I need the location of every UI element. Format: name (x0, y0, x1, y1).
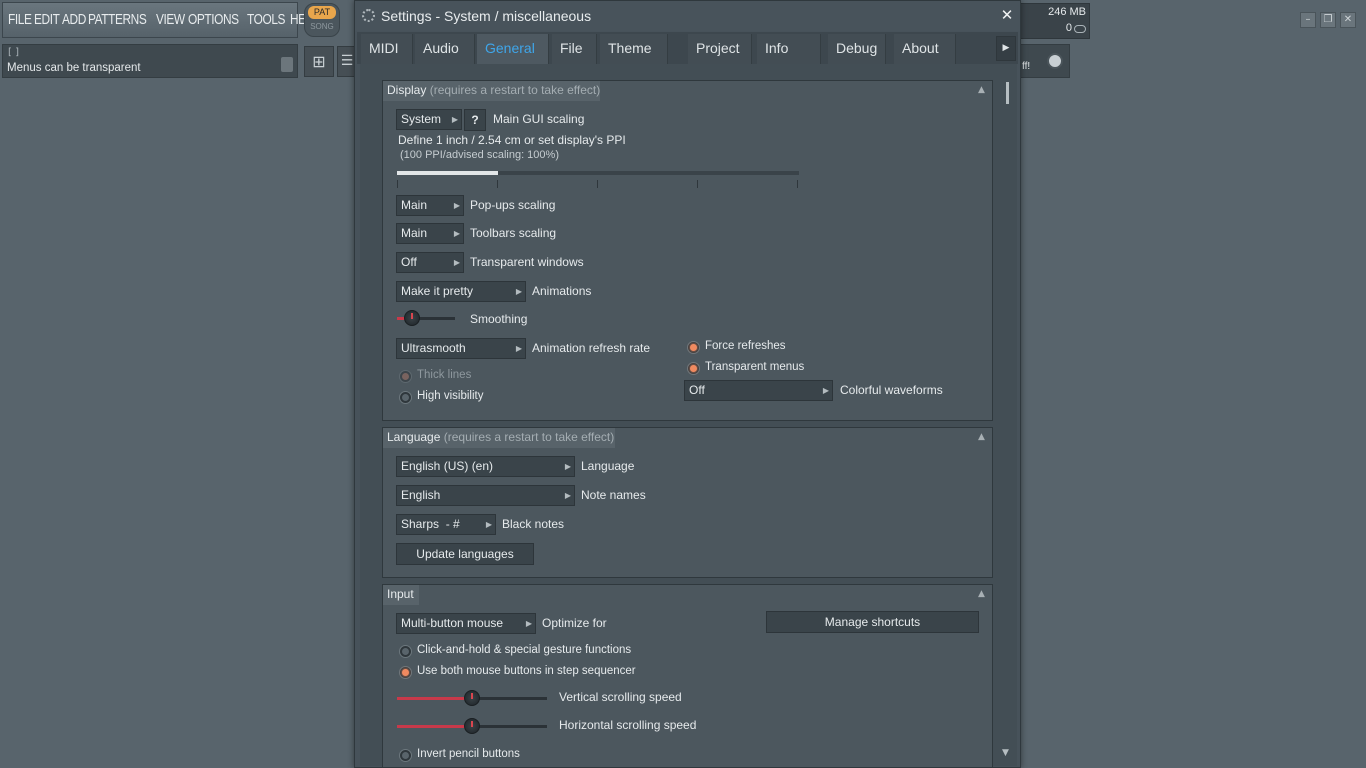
thick-lines-radio[interactable] (399, 370, 412, 383)
horizontal-scroll-fill (397, 725, 472, 728)
memory-value: 246 MB (1048, 6, 1086, 18)
refresh-rate-dropdown[interactable]: Ultrasmooth ▶ (396, 338, 526, 359)
horizontal-scroll-knob[interactable] (464, 718, 480, 734)
force-refreshes-label[interactable]: Force refreshes (705, 340, 786, 352)
horizontal-scroll-label: Horizontal scrolling speed (559, 718, 697, 732)
gui-scaling-label: Main GUI scaling (493, 112, 585, 126)
black-notes-dropdown[interactable]: Sharps - # ▶ (396, 514, 496, 535)
close-app-icon[interactable]: ✕ (1340, 12, 1356, 28)
tab-about[interactable]: About (894, 34, 956, 64)
main-menu-bar: FILE EDIT ADD PATTERNS VIEW OPTIONS TOOL… (2, 2, 320, 38)
display-title: Display (requires a restart to take effe… (387, 83, 601, 97)
note-names-dropdown[interactable]: English ▶ (396, 485, 575, 506)
gear-icon (362, 9, 375, 22)
input-title: Input (387, 587, 414, 601)
refresh-rate-label: Animation refresh rate (532, 341, 651, 355)
vertical-scroll-fill (397, 697, 472, 700)
scrollbar[interactable] (1000, 80, 1016, 764)
tab-audio[interactable]: Audio (415, 34, 475, 64)
transparent-windows-dropdown[interactable]: Off ▶ (396, 252, 464, 273)
menu-patterns[interactable]: PATTERNS (88, 12, 147, 28)
hint-text: Menus can be transparent (7, 62, 141, 74)
ppi-slider-fill (397, 171, 498, 175)
invert-pencil-label[interactable]: Invert pencil buttons (417, 748, 520, 760)
tab-general[interactable]: General (477, 34, 549, 64)
language-dropdown[interactable]: English (US) (en) ▶ (396, 456, 575, 477)
language-title: Language (requires a restart to take eff… (387, 430, 615, 444)
transparent-windows-label: Transparent windows (470, 255, 584, 269)
collapse-display-icon[interactable]: ▲ (978, 85, 985, 95)
update-languages-button[interactable]: Update languages (396, 543, 534, 565)
tab-debug[interactable]: Debug (828, 34, 886, 64)
menu-tools[interactable]: TOOLS (247, 12, 285, 28)
transparent-menus-radio[interactable] (687, 362, 700, 375)
colorful-waveforms-label: Colorful waveforms (840, 383, 943, 397)
close-icon[interactable]: ✕ (999, 6, 1015, 24)
smoothing-label: Smoothing (470, 312, 528, 326)
minimize-icon[interactable]: – (1300, 12, 1316, 28)
animations-dropdown[interactable]: Make it pretty ▶ (396, 281, 526, 302)
hint-lock-icon (281, 57, 293, 72)
globe-icon[interactable] (1047, 53, 1063, 69)
scroll-thumb[interactable] (1006, 82, 1009, 104)
cpu-value: 0 (1065, 22, 1072, 34)
tab-scroll-right-icon[interactable]: ▶ (996, 36, 1016, 61)
black-notes-label: Black notes (502, 517, 565, 531)
colorful-waveforms-dropdown[interactable]: Off ▶ (684, 380, 833, 401)
toolbars-scaling-dropdown[interactable]: Main ▶ (396, 223, 464, 244)
maximize-icon[interactable]: ❐ (1320, 12, 1336, 28)
tab-theme[interactable]: Theme (600, 34, 668, 64)
vertical-scroll-label: Vertical scrolling speed (559, 690, 682, 704)
invert-pencil-radio[interactable] (399, 749, 412, 762)
animations-label: Animations (532, 284, 592, 298)
collapse-language-icon[interactable]: ▲ (978, 432, 985, 442)
tab-project[interactable]: Project (688, 34, 752, 64)
news-text: ff! (1022, 61, 1031, 72)
song-label[interactable]: SONG (308, 22, 336, 34)
ppi-tick (497, 180, 498, 188)
menu-edit[interactable]: EDIT (34, 12, 60, 28)
vertical-scroll-knob[interactable] (464, 690, 480, 706)
gui-scaling-dropdown[interactable]: System ▶ (396, 109, 462, 130)
high-visibility-label[interactable]: High visibility (417, 390, 483, 402)
note-names-label: Note names (581, 488, 646, 502)
toolbars-scaling-label: Toolbars scaling (470, 226, 557, 240)
optimize-for-dropdown[interactable]: Multi-button mouse ▶ (396, 613, 536, 634)
tab-midi[interactable]: MIDI (361, 34, 413, 64)
both-buttons-label[interactable]: Use both mouse buttons in step sequencer (417, 665, 636, 677)
ppi-label: Define 1 inch / 2.54 cm or set display's… (398, 133, 626, 147)
menu-file[interactable]: FILE (8, 12, 32, 28)
click-hold-label[interactable]: Click-and-hold & special gesture functio… (417, 644, 631, 656)
menu-view[interactable]: VIEW (156, 12, 185, 28)
click-hold-radio[interactable] (399, 645, 412, 658)
popups-scaling-label: Pop-ups scaling (470, 198, 556, 212)
menu-add[interactable]: ADD (62, 12, 86, 28)
thick-lines-label[interactable]: Thick lines (417, 369, 471, 381)
pat-label[interactable]: PAT (308, 6, 336, 19)
tab-file[interactable]: File (552, 34, 597, 64)
snap-tool-icon[interactable]: ⊞ (304, 46, 334, 77)
window-controls: – ❐ ✕ (1300, 12, 1356, 28)
manage-shortcuts-button[interactable]: Manage shortcuts (766, 611, 979, 633)
scroll-down-icon[interactable]: ▼ (1002, 748, 1009, 758)
collapse-input-icon[interactable]: ▲ (978, 589, 985, 599)
both-buttons-radio[interactable] (399, 666, 412, 679)
ppi-tick (597, 180, 598, 188)
dialog-title: Settings - System / miscellaneous (381, 8, 592, 24)
optimize-for-label: Optimize for (542, 616, 607, 630)
smoothing-knob[interactable] (404, 310, 420, 326)
tab-info[interactable]: Info (757, 34, 821, 64)
transparent-menus-label[interactable]: Transparent menus (705, 361, 804, 373)
language-label: Language (581, 459, 635, 473)
menu-options[interactable]: OPTIONS (188, 12, 239, 28)
ppi-note: (100 PPI/advised scaling: 100%) (400, 149, 559, 161)
gui-scaling-help-button[interactable]: ? (464, 109, 486, 131)
high-visibility-radio[interactable] (399, 391, 412, 404)
ppi-tick (697, 180, 698, 188)
popups-scaling-dropdown[interactable]: Main ▶ (396, 195, 464, 216)
force-refreshes-radio[interactable] (687, 341, 700, 354)
cpu-icon (1074, 25, 1086, 33)
hint-brackets: [ ] (8, 47, 19, 58)
